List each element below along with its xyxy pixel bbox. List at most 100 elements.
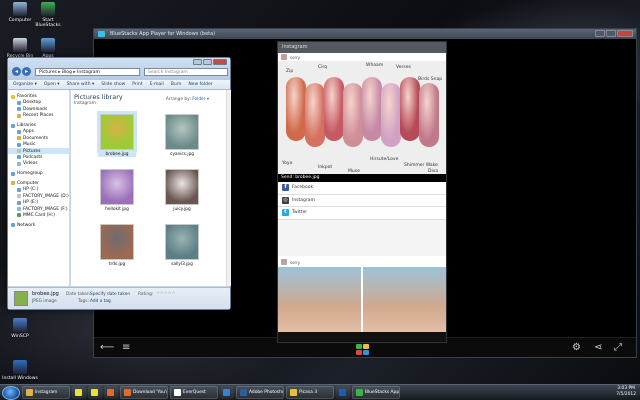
taskbar-item[interactable]: Picasa 3 bbox=[286, 386, 334, 399]
share-option-twitter[interactable]: t Twitter bbox=[278, 207, 446, 220]
share-option-instagram[interactable]: ◎ Instagram bbox=[278, 195, 446, 207]
taskbar-item[interactable] bbox=[72, 386, 86, 399]
taskbar-item[interactable]: Instagram bbox=[22, 386, 70, 399]
fullscreen-icon[interactable]: ⤢ bbox=[614, 338, 622, 358]
taskbar-item[interactable] bbox=[336, 386, 350, 399]
toolbar-button[interactable]: Open ▾ bbox=[44, 82, 60, 87]
nail-swatch bbox=[362, 77, 382, 141]
file-thumbnail[interactable]: cyanics.jpg bbox=[163, 114, 201, 157]
nail-swatch bbox=[305, 83, 325, 147]
date-taken-value[interactable]: Specify date taken bbox=[90, 292, 130, 297]
instagram-header: Instagram bbox=[278, 42, 446, 53]
nav-item-label: Podcasts bbox=[23, 154, 43, 160]
toolbar-button[interactable]: Slide show bbox=[101, 82, 125, 87]
desktop-icon[interactable]: Start BlueStacks bbox=[30, 2, 66, 28]
back-icon[interactable]: ◂ bbox=[12, 67, 21, 76]
close-button[interactable] bbox=[617, 30, 633, 37]
menu-icon[interactable]: ≡ bbox=[122, 338, 130, 358]
folder-icon bbox=[17, 200, 21, 205]
taskbar-item[interactable]: Adobe Photosho... bbox=[236, 386, 284, 399]
file-thumbnail[interactable]: juicy.jpg bbox=[163, 169, 201, 212]
clock[interactable]: 3:03 PM 7/5/2012 bbox=[616, 386, 636, 398]
share-dialog-title: Send: brobee.jpg bbox=[278, 174, 446, 182]
share-icon[interactable]: ⋖ bbox=[594, 338, 602, 358]
taskbar: Instagram Download 'You're ... EverQuest Ad… bbox=[0, 384, 640, 400]
thumbnail-image bbox=[100, 114, 134, 150]
toolbar-button[interactable]: E-mail bbox=[150, 82, 164, 87]
breadcrumb-blog[interactable]: Blog bbox=[62, 70, 72, 75]
nav-item-label: Videos bbox=[23, 161, 38, 167]
explorer-titlebar[interactable]: ◂ ▸ Pictures ▸ Blog ▸ Instagram Search I… bbox=[8, 58, 230, 80]
taskbar-item[interactable] bbox=[88, 386, 102, 399]
file-thumbnail[interactable]: sallyl3.jpg bbox=[163, 224, 201, 267]
toolbar-button[interactable]: Print bbox=[132, 82, 142, 87]
taskbar-item[interactable] bbox=[220, 386, 234, 399]
command-bar: Organize ▾ Open ▾ Share with ▾ Slide show Pr… bbox=[8, 80, 230, 90]
scrollbar[interactable] bbox=[226, 90, 231, 286]
desktop-icon-label: Start BlueStacks bbox=[35, 18, 61, 28]
address-bar[interactable]: Pictures ▸ Blog ▸ Instagram bbox=[35, 68, 140, 76]
folder-icon bbox=[11, 123, 15, 128]
minimize-button[interactable] bbox=[595, 30, 605, 37]
file-thumbnail[interactable]: trds.jpg bbox=[98, 224, 136, 267]
folder-icon bbox=[17, 107, 21, 112]
tags-label: Tags: bbox=[78, 299, 89, 304]
maximize-button[interactable] bbox=[606, 30, 616, 37]
folder-icon bbox=[17, 136, 21, 141]
breadcrumb-pictures[interactable]: Pictures bbox=[39, 70, 57, 75]
search-input[interactable]: Search Instagram bbox=[144, 68, 228, 76]
taskbar-item[interactable]: EverQuest bbox=[170, 386, 218, 399]
second-post-username[interactable]: sorry bbox=[290, 260, 300, 265]
bluestacks-home-icon[interactable] bbox=[356, 344, 370, 356]
toolbar-button[interactable]: Share with ▾ bbox=[67, 82, 95, 87]
taskbar-item[interactable]: BlueStacks App Pl... bbox=[352, 386, 400, 399]
gear-icon[interactable]: ⚙ bbox=[572, 338, 581, 358]
breadcrumb-instagram[interactable]: Instagram bbox=[77, 70, 100, 75]
desktop-icon[interactable]: Install Windows bbox=[2, 360, 38, 381]
close-button[interactable] bbox=[213, 59, 227, 65]
nav-item-label: FACTORY_IMAGE (D:) bbox=[23, 193, 69, 199]
tags-value[interactable]: Add a tag bbox=[90, 299, 111, 304]
bluestacks-titlebar[interactable]: BlueStacks App Player for Windows (beta) bbox=[94, 29, 636, 39]
share-option-facebook[interactable]: f Facebook bbox=[278, 182, 446, 195]
arrange-dropdown[interactable]: Folder ▾ bbox=[192, 97, 209, 102]
post-image[interactable]: Zip Cirq Whaam Verses Birds Snap Yoyo Inkpot Mu… bbox=[278, 61, 446, 179]
desktop-app-icon bbox=[41, 2, 55, 16]
post-username[interactable]: sorry bbox=[290, 55, 300, 60]
second-post-header: sorry bbox=[278, 258, 300, 266]
desktop-icon[interactable]: WinSCP bbox=[2, 318, 38, 339]
taskbar-app-icon bbox=[124, 389, 131, 396]
file-thumbnail[interactable]: hellokit.jpg bbox=[98, 169, 136, 212]
second-post-image[interactable] bbox=[278, 267, 446, 333]
navigation-pane: Favorites Desktop Downloads Recent Places Li… bbox=[8, 90, 70, 286]
thumbnail-image bbox=[100, 169, 134, 205]
avatar[interactable] bbox=[281, 259, 287, 265]
toolbar-button[interactable]: Organize ▾ bbox=[13, 82, 37, 87]
folder-icon bbox=[17, 194, 21, 199]
forward-icon[interactable]: ▸ bbox=[22, 67, 31, 76]
start-button[interactable] bbox=[2, 385, 20, 400]
taskbar-item[interactable] bbox=[104, 386, 118, 399]
share-dialog: Send: brobee.jpg f Facebook ◎ Instagram t Twi… bbox=[278, 174, 446, 220]
share-option-label: Twitter bbox=[292, 210, 308, 216]
file-thumbnail[interactable]: brobee.jpg bbox=[98, 114, 136, 157]
desktop-icon[interactable]: Apps bbox=[30, 38, 66, 59]
minimize-button[interactable] bbox=[193, 59, 202, 65]
rating-stars[interactable]: ☆☆☆☆☆ bbox=[156, 291, 175, 296]
thumbnail-image bbox=[100, 224, 134, 260]
nav-item[interactable]: Network bbox=[8, 222, 69, 228]
taskbar-item[interactable]: Download 'You're ... bbox=[120, 386, 168, 399]
folder-icon bbox=[17, 129, 21, 134]
swatch-label: Inkpot bbox=[318, 165, 333, 170]
taskbar-app-icon bbox=[240, 389, 247, 396]
maximize-button[interactable] bbox=[203, 59, 212, 65]
rating-label: Rating: bbox=[138, 292, 154, 297]
back-arrow-icon[interactable]: ⟵ bbox=[100, 338, 114, 358]
toolbar-button[interactable]: Burn bbox=[171, 82, 182, 87]
toolbar-button[interactable]: New folder bbox=[188, 82, 212, 87]
nav-item-label: MMC Card (H:) bbox=[23, 212, 55, 218]
explorer-window: ◂ ▸ Pictures ▸ Blog ▸ Instagram Search I… bbox=[7, 57, 231, 310]
phone-tab-bar[interactable] bbox=[278, 332, 446, 342]
folder-icon bbox=[17, 207, 21, 211]
avatar[interactable] bbox=[281, 54, 287, 60]
